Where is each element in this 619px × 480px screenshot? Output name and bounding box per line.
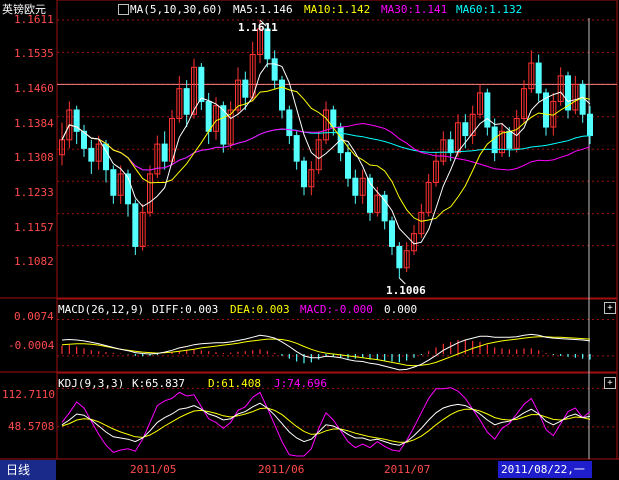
kdj-k-line xyxy=(61,402,591,446)
price-tick: 1.1611 xyxy=(14,13,54,26)
x-axis-label: 2011/05 xyxy=(130,463,177,476)
price-tick: 1.1233 xyxy=(14,186,54,199)
ma5-value: MA5:1.146 xyxy=(233,3,293,16)
candle-body xyxy=(587,113,593,137)
cursor-date-display: 2011/08/22,一 xyxy=(498,461,592,478)
candle-body xyxy=(88,147,95,162)
candle-body xyxy=(535,62,542,94)
candle-body xyxy=(132,203,139,247)
macd-expand-button[interactable]: + xyxy=(604,302,616,314)
x-axis-label: 2011/06 xyxy=(258,463,305,476)
macd-bar-value: MACD:-0.000 xyxy=(300,303,373,316)
chart-canvas[interactable] xyxy=(0,0,619,480)
macd-tick: -0.0004 xyxy=(8,339,55,352)
ma5-line xyxy=(61,63,591,245)
candle-body xyxy=(447,139,454,154)
chart-window: 英镑欧元 MA(5,10,30,60) MA5:1.146 MA10:1.142… xyxy=(0,0,619,480)
macd-dea-value: DEA:0.003 xyxy=(230,303,290,316)
ma60-value: MA60:1.132 xyxy=(456,3,523,16)
dea-line xyxy=(61,336,591,367)
candle-body xyxy=(301,160,307,188)
kdj-params-label: KDJ(9,3,3) xyxy=(58,377,125,390)
candle-body xyxy=(242,79,249,98)
kdj-k-value: K:65.837 xyxy=(132,377,185,390)
macd-extra-value: 0.000 xyxy=(384,303,418,316)
price-tick: 1.1535 xyxy=(14,47,54,60)
indicator-menu-icon[interactable] xyxy=(118,4,129,15)
candle-body xyxy=(183,88,190,115)
low-price-label: 1.1006 xyxy=(386,284,426,297)
candle-body xyxy=(396,245,403,269)
candle-body xyxy=(279,79,285,111)
kdj-d-value: D:61.408 xyxy=(208,377,261,390)
candle-body xyxy=(110,169,117,196)
macd-histogram xyxy=(61,333,591,371)
macd-diff-value: DIFF:0.003 xyxy=(152,303,219,316)
candle-body xyxy=(506,130,513,149)
candle-body xyxy=(198,66,205,102)
ma-params-label: MA(5,10,30,60) xyxy=(130,3,223,16)
kdj-j-value: J:74.696 xyxy=(274,377,327,390)
moving-averages xyxy=(61,63,591,245)
macd-params-label: MACD(26,12,9) xyxy=(58,303,145,316)
candle-body xyxy=(352,177,359,196)
candle-body xyxy=(330,109,337,128)
kdj-expand-button[interactable]: + xyxy=(604,377,616,389)
candle-body xyxy=(389,220,395,247)
macd-tick: 0.0074 xyxy=(14,310,54,323)
price-tick: 1.1082 xyxy=(14,255,54,268)
candle-body xyxy=(286,109,293,137)
candle-body xyxy=(462,122,469,137)
price-tick: 1.1460 xyxy=(14,82,54,95)
x-axis-label: 2011/07 xyxy=(384,463,431,476)
high-price-label: 1.1611 xyxy=(238,21,278,34)
kdj-j-line xyxy=(61,387,591,457)
price-tick: 1.1157 xyxy=(14,221,54,234)
ma10-value: MA10:1.142 xyxy=(304,3,371,16)
candle-body xyxy=(161,143,168,162)
price-tick: 1.1308 xyxy=(14,151,54,164)
period-tab-daily[interactable]: 日线 xyxy=(0,460,56,480)
kdj-lines xyxy=(61,387,591,457)
candle-body xyxy=(205,100,212,132)
candle-body xyxy=(484,92,491,128)
kdj-tick: 48.5708 xyxy=(8,420,55,433)
panel-frame xyxy=(0,0,619,460)
candle-body xyxy=(345,152,351,179)
candle-body xyxy=(293,135,300,162)
price-candles xyxy=(59,19,593,285)
candle-body xyxy=(271,58,278,81)
ma30-value: MA30:1.141 xyxy=(381,3,448,16)
kdj-tick: 112.7110 xyxy=(2,388,55,401)
price-tick: 1.1384 xyxy=(14,117,54,130)
